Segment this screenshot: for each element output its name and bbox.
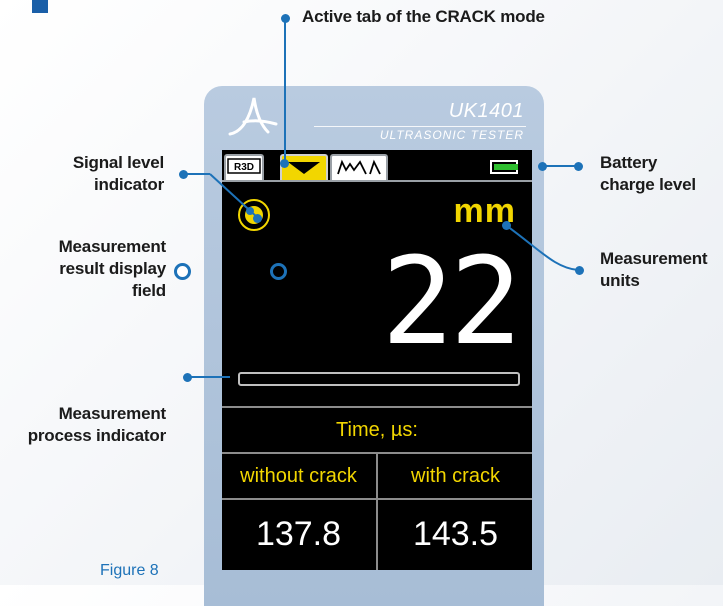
units-target-dot — [502, 221, 511, 230]
label-result-field: Measurement result display field — [20, 236, 167, 302]
label-units-line2: units — [600, 271, 640, 290]
progress-label-dot — [183, 373, 192, 382]
value-without-crack: 137.8 — [255, 515, 342, 553]
brand-logo-icon — [228, 97, 278, 136]
measurement-progress-bar — [238, 372, 520, 386]
r3d-icon: R3D — [227, 158, 261, 174]
column-divider — [376, 452, 378, 570]
figure-caption: Figure 8 — [100, 562, 159, 579]
label-process-indicator-line2: process indicator — [27, 426, 167, 445]
battery-target-dot — [538, 162, 547, 171]
units-label-dot — [575, 266, 584, 275]
label-signal-level: Signal level indicator — [28, 152, 164, 196]
tab-wave[interactable] — [330, 154, 388, 180]
device-header: UK1401 ULTRASONIC TESTER — [204, 86, 544, 146]
label-battery-line1: Battery — [600, 153, 658, 172]
value-with-crack: 143.5 — [412, 515, 499, 553]
battery-label-dot — [574, 162, 583, 171]
waveform-icon — [337, 159, 381, 175]
measurement-reading: 22 — [381, 233, 522, 372]
model-divider — [314, 126, 526, 127]
tab-r3d[interactable]: R3D — [224, 154, 264, 180]
crack-tab-dot — [280, 159, 289, 168]
crack-mode-icon — [288, 162, 320, 174]
battery-icon — [490, 160, 518, 174]
battery-fill — [494, 164, 518, 170]
signal-label-dot — [179, 170, 188, 179]
device-screen: R3D mm 22 Time, µs: without crack with c… — [222, 150, 532, 570]
device-subtitle: ULTRASONIC TESTER — [379, 128, 524, 142]
corner-accent-mark — [32, 0, 48, 13]
tab-r3d-label: R3D — [234, 162, 254, 173]
result-field-ring — [174, 263, 191, 280]
label-battery: Battery charge level — [600, 152, 696, 196]
label-units-line1: Measurement — [600, 249, 708, 268]
signal-target-dot — [253, 214, 262, 223]
column-header-without-crack: without crack — [240, 465, 357, 487]
label-signal-level-line2: indicator — [94, 175, 164, 194]
device-model: UK1401 — [448, 100, 524, 122]
label-result-field-line3: field — [132, 281, 166, 300]
label-result-field-line2: result display — [59, 259, 166, 278]
label-process-indicator: Measurement process indicator — [0, 403, 167, 447]
label-units: Measurement units — [600, 248, 708, 292]
mode-tabbar: R3D — [222, 150, 532, 184]
result-field-target-ring — [270, 263, 287, 280]
label-process-indicator-line1: Measurement — [58, 404, 167, 423]
time-title: Time, µs: — [336, 419, 418, 441]
column-header-with-crack: with crack — [411, 465, 500, 487]
label-signal-level-line1: Signal level — [72, 153, 164, 172]
tab-underline — [222, 180, 532, 182]
active-tab-dot — [281, 14, 290, 23]
label-battery-line2: charge level — [600, 175, 696, 194]
label-active-tab: Active tab of the CRACK mode — [302, 7, 545, 26]
label-result-field-line1: Measurement — [58, 237, 167, 256]
